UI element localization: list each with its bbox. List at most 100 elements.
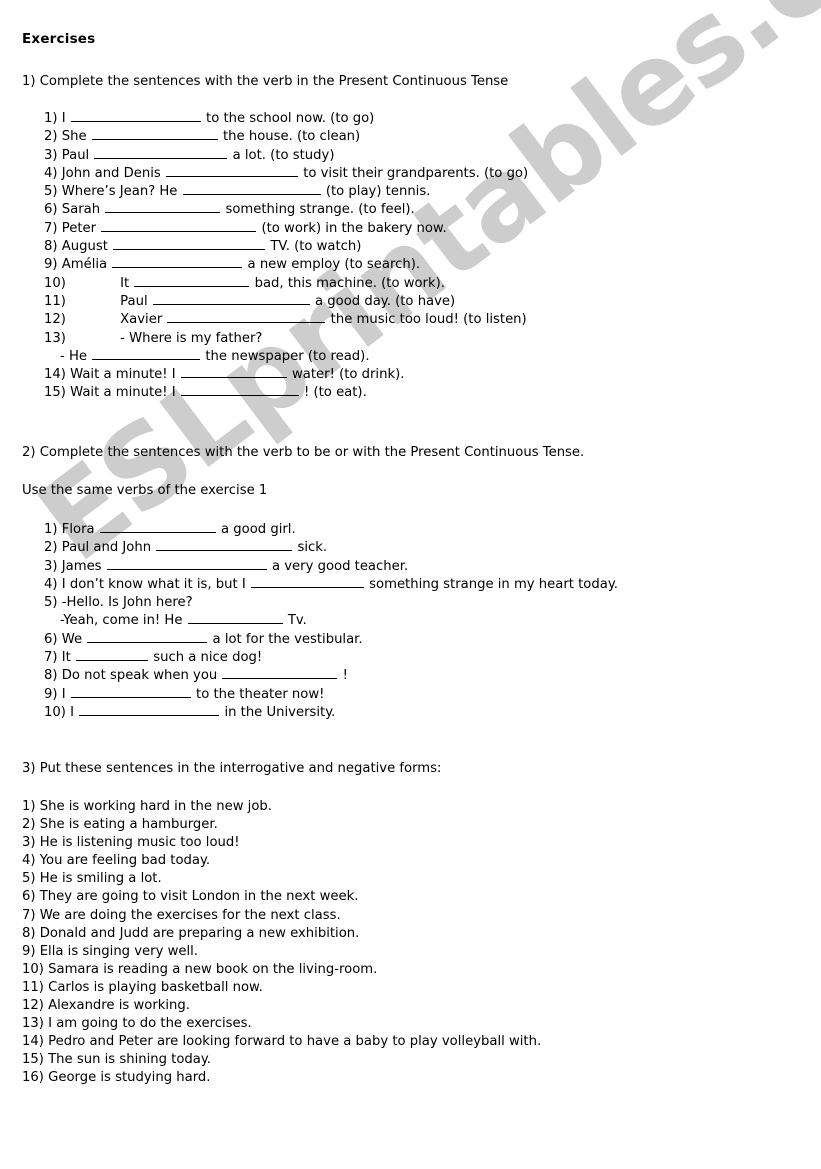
sentence-prefix: Wait a minute! I — [70, 367, 176, 383]
list-item: 6) We a lot for the vestibular. — [44, 631, 618, 649]
answer-blank[interactable] — [113, 238, 266, 251]
list-item: 1) Flora a good girl. — [44, 521, 618, 539]
sentence-suffix: the house. (to clean) — [223, 129, 361, 145]
sentence-suffix: Tv. — [287, 613, 307, 629]
answer-blank[interactable] — [187, 612, 283, 625]
exercise2-heading: 2) Complete the sentences with the verb … — [22, 445, 585, 460]
answer-blank[interactable] — [91, 128, 218, 141]
list-item: 6) They are going to visit London in the… — [22, 889, 359, 905]
list-item: 11) Paul a good day. (to have) — [44, 293, 528, 311]
sentence-suffix: bad, this machine. (to work). — [254, 275, 445, 291]
item-number: 7) — [44, 220, 58, 236]
answer-blank[interactable] — [222, 667, 338, 680]
list-item: 15) The sun is shining today. — [22, 1052, 211, 1068]
item-number: 10) — [44, 704, 66, 720]
list-item: 6) Sarah something strange. (to feel). — [44, 201, 528, 219]
list-item: 4) John and Denis to visit their grandpa… — [44, 165, 528, 183]
item-number: 1) — [44, 111, 58, 126]
list-item: 1) She is working hard in the new job. — [22, 799, 272, 814]
answer-blank[interactable] — [79, 704, 220, 716]
answer-blank[interactable] — [87, 631, 208, 643]
list-item: 9) I to the theater now! — [44, 686, 618, 704]
item-number: 3) — [44, 558, 58, 574]
worksheet-page: ESLprintables.com Exercises 1) Complete … — [0, 0, 821, 1169]
answer-blank[interactable] — [134, 275, 250, 287]
list-item: 16) George is studying hard. — [22, 1070, 211, 1086]
answer-blank[interactable] — [182, 183, 321, 196]
sentence-prefix: - He — [60, 348, 87, 364]
answer-blank[interactable] — [106, 558, 267, 570]
list-item: 7) Peter (to work) in the bakery now. — [44, 220, 528, 238]
sentence-prefix: I — [70, 704, 75, 720]
list-item: 2) She the house. (to clean) — [44, 128, 528, 146]
sentence-suffix: (to work) in the bakery now. — [261, 220, 447, 236]
list-item: 8) August TV. (to watch) — [44, 238, 528, 256]
sentence-prefix: -Yeah, come in! He — [60, 613, 183, 629]
sentence-suffix: a very good teacher. — [271, 558, 409, 574]
answer-blank[interactable] — [70, 110, 201, 122]
sentence-prefix: - Where is my father? — [120, 330, 263, 346]
item-number: 8) — [44, 239, 58, 255]
item-number: 12) — [44, 312, 66, 328]
list-item: 4) I don’t know what it is, but I someth… — [44, 576, 618, 594]
answer-blank[interactable] — [76, 649, 149, 662]
sentence-prefix: Flora — [61, 522, 95, 537]
sentence-suffix: sick. — [297, 540, 328, 556]
sentence-suffix: such a nice dog! — [153, 650, 263, 666]
list-item: -Yeah, come in! He Tv. — [44, 612, 618, 630]
list-item: 2) She is eating a hamburger. — [22, 817, 218, 833]
answer-blank[interactable] — [180, 384, 299, 397]
sentence-prefix: Paul and John — [61, 540, 152, 556]
item-number: 9) — [44, 686, 58, 702]
answer-blank[interactable] — [101, 220, 257, 232]
sentence-prefix: Peter — [61, 220, 97, 236]
answer-blank[interactable] — [180, 366, 287, 379]
answer-blank[interactable] — [94, 147, 228, 159]
sentence-suffix: in the University. — [224, 704, 336, 720]
sentence-suffix: the newspaper (to read). — [205, 348, 370, 364]
sentence-prefix: -Hello. Is John here? — [61, 595, 193, 611]
item-number: 7) — [44, 650, 58, 666]
sentence-prefix: I don’t know what it is, but I — [61, 576, 246, 592]
sentence-suffix: (to play) tennis. — [325, 184, 431, 200]
exercise3-item-list: 1) She is working hard in the new job. 2)… — [22, 798, 541, 1088]
sentence-suffix: a lot. (to study) — [232, 147, 335, 163]
list-item: 12) Alexandre is working. — [22, 998, 190, 1014]
answer-blank[interactable] — [99, 521, 216, 533]
sentence-prefix: Where’s Jean? He — [61, 184, 178, 200]
list-item: 9) Amélia a new employ (to search). — [44, 256, 528, 274]
answer-blank[interactable] — [165, 165, 298, 177]
item-number: 1) — [44, 522, 58, 537]
sentence-suffix: the music too loud! (to listen) — [330, 312, 527, 328]
sentence-prefix: Paul — [61, 147, 90, 163]
answer-blank[interactable] — [152, 293, 310, 305]
list-item: 9) Ella is singing very well. — [22, 943, 198, 959]
item-number: 6) — [44, 202, 58, 218]
list-item: 12) Xavier the music too loud! (to liste… — [44, 311, 528, 329]
item-number: 2) — [44, 129, 58, 145]
answer-blank[interactable] — [167, 311, 326, 324]
answer-blank[interactable] — [112, 256, 243, 269]
sentence-prefix: August — [61, 239, 108, 255]
item-number: 4) — [44, 165, 58, 181]
sentence-suffix: to the theater now! — [196, 686, 325, 702]
answer-blank[interactable] — [156, 539, 293, 552]
answer-blank[interactable] — [105, 201, 221, 214]
answer-blank[interactable] — [250, 576, 364, 588]
sentence-prefix: Xavier — [120, 312, 163, 328]
list-item: 10) Samara is reading a new book on the … — [22, 961, 378, 977]
sentence-suffix: something strange in my heart today. — [369, 576, 618, 592]
list-item: 8) Donald and Judd are preparing a new e… — [22, 925, 360, 941]
sentence-suffix: water! (to drink). — [292, 367, 405, 383]
list-item: 13) I am going to do the exercises. — [22, 1016, 252, 1032]
sentence-prefix: Wait a minute! I — [70, 385, 176, 401]
sentence-prefix: Amélia — [61, 257, 108, 273]
sentence-prefix: John and Denis — [61, 165, 161, 181]
sentence-suffix: ! — [342, 668, 348, 684]
answer-blank[interactable] — [70, 686, 191, 698]
item-number: 5) — [44, 184, 58, 200]
sentence-prefix: Paul — [120, 293, 148, 309]
item-number: 11) — [44, 293, 66, 309]
answer-blank[interactable] — [92, 348, 201, 360]
list-item: 3) Paul a lot. (to study) — [44, 147, 528, 165]
